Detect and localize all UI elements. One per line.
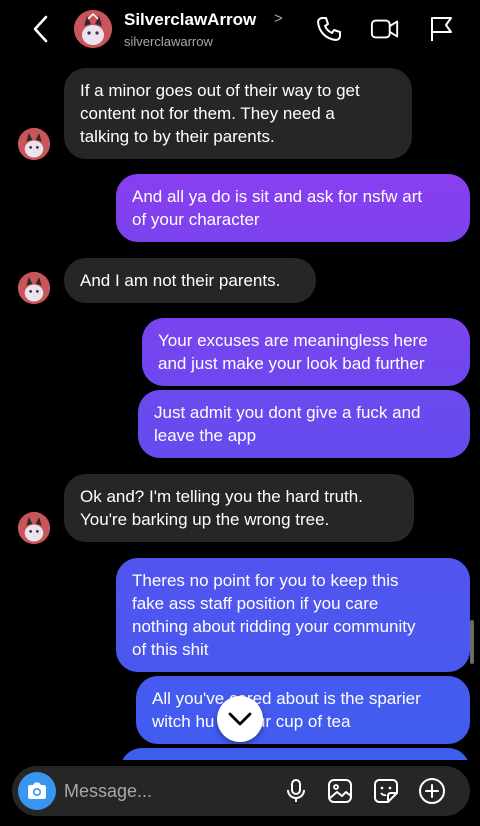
video-icon: [370, 19, 399, 39]
microphone-icon: [287, 779, 305, 802]
message-input[interactable]: [64, 776, 264, 806]
chevron-right-icon[interactable]: >: [274, 10, 283, 27]
message-avatar[interactable]: [18, 128, 50, 160]
gallery-icon: [328, 779, 352, 803]
phone-icon: [317, 17, 341, 41]
sticker-icon: [374, 779, 398, 803]
chevron-down-icon: [228, 712, 252, 726]
message-avatar[interactable]: [18, 512, 50, 544]
video-call-button[interactable]: [370, 14, 400, 44]
contact-avatar[interactable]: [74, 10, 112, 48]
camera-icon: [28, 782, 46, 799]
back-icon: [33, 15, 48, 43]
incoming-message[interactable]: And I am not their parents.: [64, 258, 316, 303]
outgoing-message[interactable]: Your excuses are meaningless here and ju…: [142, 318, 470, 386]
add-icon: [419, 778, 445, 804]
message-avatar[interactable]: [18, 272, 50, 304]
scrollbar[interactable]: [470, 620, 474, 664]
voice-message-button[interactable]: [282, 777, 310, 805]
call-button[interactable]: [314, 14, 344, 44]
contact-username: silverclawarrow: [124, 34, 213, 49]
back-button[interactable]: [28, 14, 54, 44]
gallery-button[interactable]: [326, 777, 354, 805]
scroll-to-bottom-button[interactable]: [217, 696, 263, 742]
outgoing-message[interactable]: And all ya do is sit and ask for nsfw ar…: [116, 174, 470, 242]
add-button[interactable]: [418, 777, 446, 805]
outgoing-message[interactable]: Just admit you dont give a fuck and leav…: [138, 390, 470, 458]
message-composer: [12, 766, 470, 816]
camera-button[interactable]: [18, 772, 56, 810]
sticker-button[interactable]: [372, 777, 400, 805]
chat-header: SilverclawArrow > silverclawarrow: [0, 0, 480, 62]
contact-name[interactable]: SilverclawArrow: [124, 10, 256, 30]
outgoing-message[interactable]: Theres no point for you to keep this fak…: [116, 558, 470, 672]
incoming-message[interactable]: Ok and? I'm telling you the hard truth. …: [64, 474, 414, 542]
incoming-message[interactable]: If a minor goes out of their way to get …: [64, 68, 412, 159]
report-button[interactable]: [426, 14, 456, 44]
flag-icon: [431, 17, 452, 41]
outgoing-message[interactable]: All you've cared about is the sparier wi…: [136, 676, 470, 744]
